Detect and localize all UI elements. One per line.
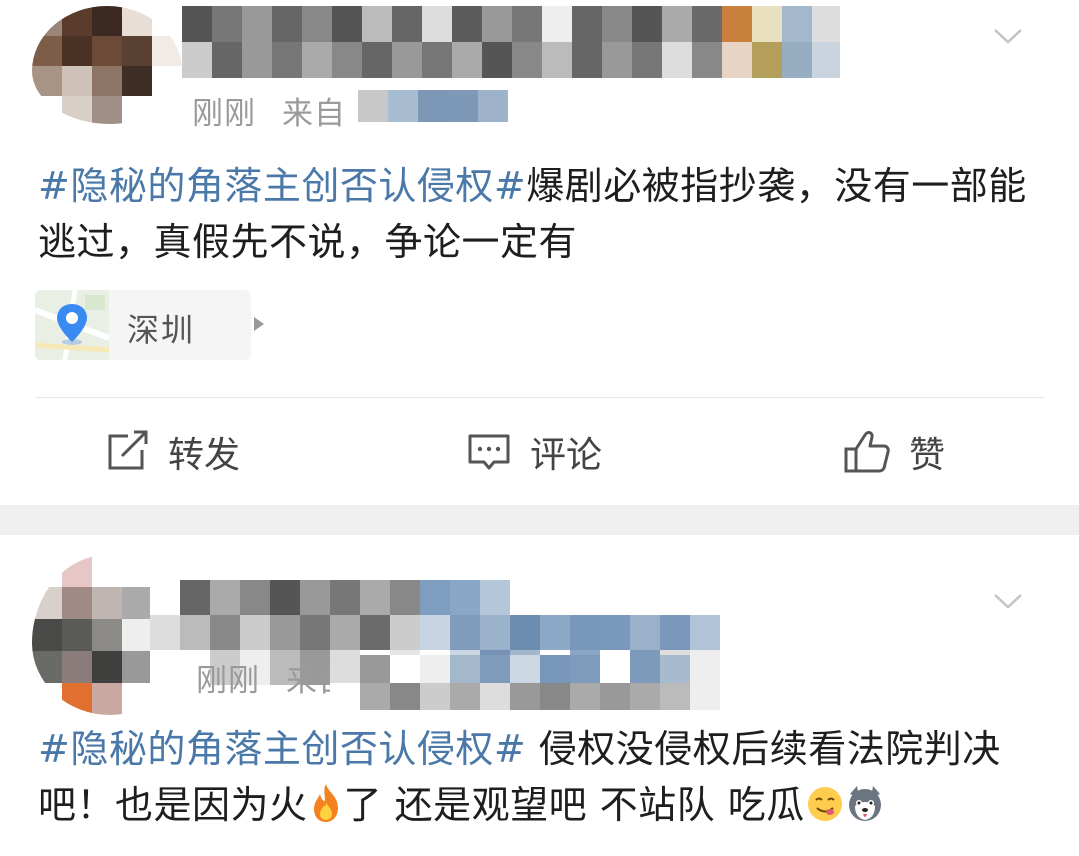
yum-face-emoji (807, 787, 842, 821)
post-actions: 转发 评论 赞 (0, 420, 1079, 484)
caret-right-icon (254, 317, 264, 331)
username[interactable] (182, 6, 840, 78)
comment-label: 评论 (530, 435, 603, 476)
post-time: 刚刚 (192, 96, 256, 132)
post-separator (0, 505, 1079, 535)
like-button[interactable]: 赞 (843, 420, 945, 484)
location-name: 深圳 (127, 311, 196, 349)
chevron-down-icon[interactable] (993, 22, 1023, 52)
post-body-continued: 了 还是观望吧 不站队 吃瓜 (343, 783, 805, 827)
repost-label: 转发 (168, 435, 241, 476)
chevron-down-icon[interactable] (993, 587, 1023, 617)
post-time: 刚刚 (196, 663, 260, 699)
post-meta: 刚刚 来自 (196, 655, 350, 700)
divider (35, 397, 1045, 398)
feed-post[interactable]: 刚刚 来自 #隐秘的角落主创否认侵权#爆剧必被指抄袭，没有一部能逃过，真假先不说，… (0, 0, 1079, 505)
weibo-feed: 刚刚 来自 #隐秘的角落主创否认侵权#爆剧必被指抄袭，没有一部能逃过，真假先不说，… (0, 0, 1079, 856)
like-label: 赞 (909, 435, 946, 476)
avatar[interactable] (32, 6, 182, 124)
post-source[interactable] (358, 90, 510, 122)
comment-icon (468, 434, 510, 470)
location-tag[interactable]: 深圳 (35, 290, 264, 360)
feed-post[interactable]: 刚刚 来自 #隐秘的角落主创否认侵权# 侵权没侵权后续看法院判决吧！也是因为火 了… (0, 535, 1079, 856)
repost-icon (108, 430, 148, 470)
hashtag-link[interactable]: #隐秘的角落主创否认侵权# (38, 164, 526, 208)
comment-button[interactable]: 评论 (466, 420, 602, 484)
hashtag-link[interactable]: #隐秘的角落主创否认侵权# (38, 727, 526, 771)
location-pin-icon (57, 304, 87, 345)
map-thumbnail (35, 290, 109, 360)
post-content: #隐秘的角落主创否认侵权#爆剧必被指抄袭，没有一部能逃过，真假先不说，争论一定有 (38, 158, 1038, 270)
thumbs-up-icon (844, 431, 890, 473)
post-source-label: 来自 (282, 96, 346, 132)
husky-emoji (848, 786, 881, 821)
repost-button[interactable]: 转发 (104, 420, 240, 484)
post-source[interactable] (330, 655, 720, 710)
post-content: #隐秘的角落主创否认侵权# 侵权没侵权后续看法院判决吧！也是因为火 了 还是观望… (38, 721, 1038, 833)
fire-emoji (313, 784, 338, 822)
post-meta: 刚刚 来自 (192, 88, 346, 133)
